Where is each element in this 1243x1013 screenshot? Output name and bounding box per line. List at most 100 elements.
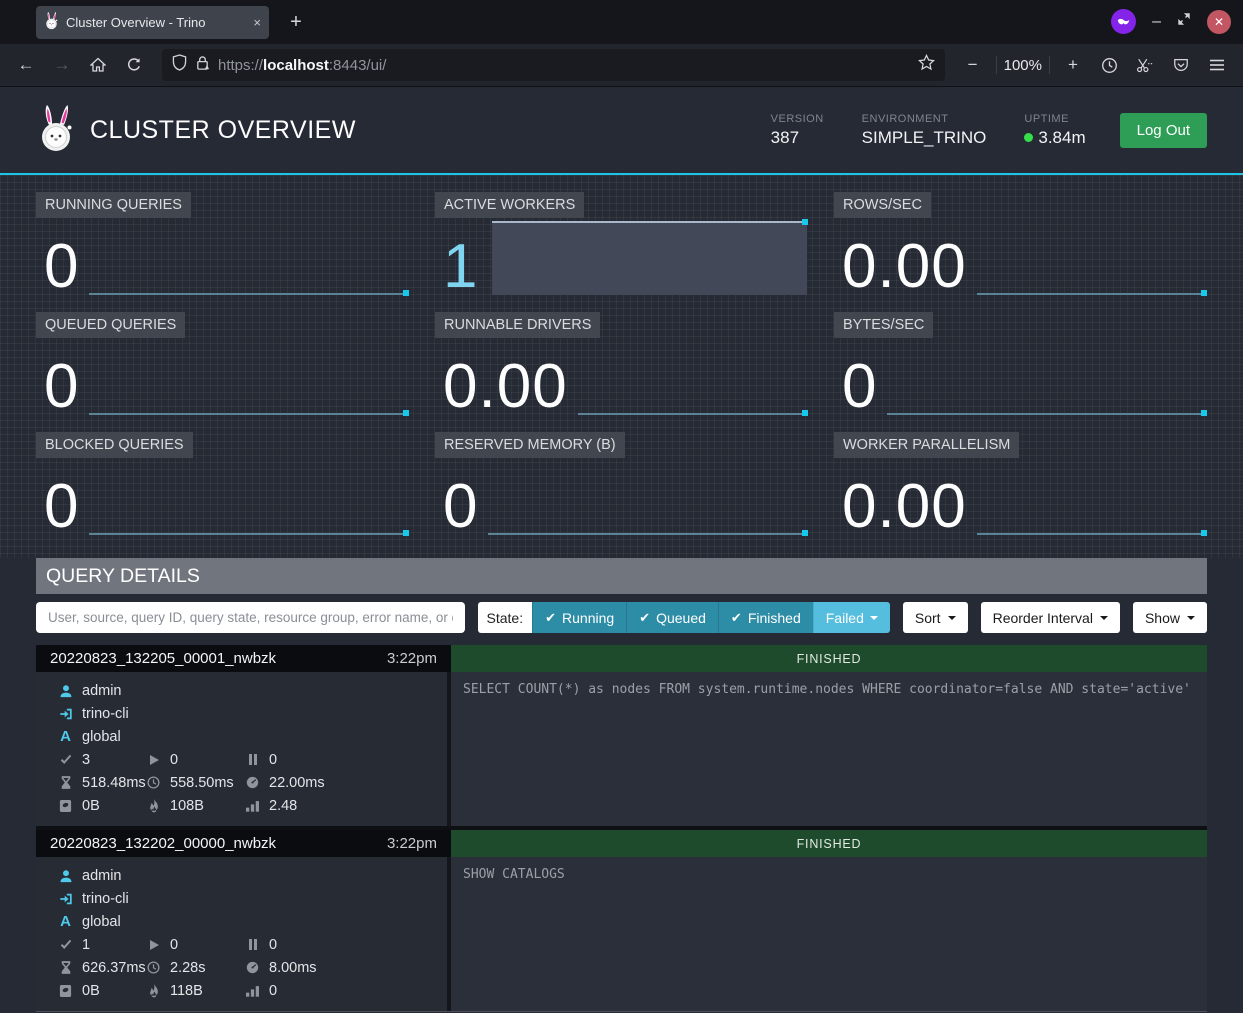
wall-time-hourglass-icon	[58, 776, 73, 789]
stat-label: RESERVED MEMORY (B)	[435, 432, 625, 458]
chevron-down-icon	[1187, 616, 1195, 620]
stat-value: 1	[443, 238, 478, 295]
user-icon	[58, 869, 73, 883]
stat-value: 0.00	[443, 358, 568, 415]
stat-card-worker-parallelism: WORKER PARALLELISM 0.00	[834, 432, 1207, 539]
stat-value: 0	[44, 238, 79, 295]
browser-tab[interactable]: Cluster Overview - Trino ×	[36, 6, 269, 39]
query-status-badge: FINISHED	[451, 645, 1207, 672]
state-filter-label: State:	[478, 602, 533, 633]
reload-icon[interactable]	[118, 50, 150, 80]
url-text[interactable]: https://localhost:8443/ui/	[218, 57, 910, 74]
cluster-stats-section: RUNNING QUERIES 0 ACTIVE WORKERS 1 ROWS/…	[0, 175, 1243, 558]
stat-label: WORKER PARALLELISM	[834, 432, 1019, 458]
current-memory: 0B	[82, 798, 100, 814]
state-filter-failed-dropdown[interactable]: Failed	[813, 602, 890, 633]
uptime-status-dot	[1024, 133, 1033, 142]
wall-time: 626.37ms	[82, 960, 146, 976]
new-tab-button[interactable]: +	[282, 8, 310, 36]
window-close-button[interactable]: ✕	[1207, 10, 1231, 34]
window-restore-button[interactable]	[1177, 12, 1191, 31]
stat-value: 0	[443, 478, 478, 535]
query-resource-group: global	[82, 914, 121, 930]
query-id-link[interactable]: 20220823_132205_00001_nwbzk	[50, 650, 387, 667]
state-filter-running-button[interactable]: ✔Running	[532, 602, 626, 633]
check-icon: ✔	[731, 610, 742, 626]
back-icon[interactable]: ←	[10, 50, 42, 80]
peak-memory-fire-icon	[146, 984, 161, 998]
sparkline-dot	[802, 410, 808, 416]
query-text: SHOW CATALOGS	[451, 857, 1207, 1011]
completed-splits: 3	[82, 752, 90, 768]
state-filter-queued-button[interactable]: ✔Queued	[626, 602, 718, 633]
sparkline-dot	[1201, 290, 1207, 296]
stat-label: QUEUED QUERIES	[36, 312, 185, 338]
chevron-down-icon	[870, 616, 878, 620]
queued-splits-pause-icon	[245, 939, 260, 950]
completed-splits-check-icon	[58, 938, 73, 952]
source-sign-in-icon	[58, 707, 73, 721]
stat-label: ROWS/SEC	[834, 192, 931, 218]
peak-memory: 108B	[170, 798, 204, 814]
query-info-panel: admin trino-cli Aglobal 1 0 0 626.37ms 2…	[36, 857, 447, 1011]
environment-value: SIMPLE_TRINO	[862, 128, 987, 148]
window-minimize-button[interactable]: –	[1152, 17, 1161, 27]
stat-label: BLOCKED QUERIES	[36, 432, 193, 458]
queued-splits: 0	[269, 752, 277, 768]
trino-logo	[36, 103, 76, 158]
pocket-icon[interactable]	[1165, 50, 1197, 80]
environment-label: ENVIRONMENT	[862, 113, 987, 125]
total-time-clock-icon	[146, 776, 161, 789]
show-dropdown[interactable]: Show	[1133, 602, 1207, 633]
query-search-input[interactable]	[36, 602, 465, 633]
query-details-title: QUERY DETAILS	[36, 558, 1207, 594]
url-scheme: https://	[218, 57, 263, 74]
url-host: localhost	[263, 57, 329, 74]
uptime-value: 3.84m	[1038, 128, 1085, 148]
lock-warning-icon[interactable]	[195, 55, 210, 76]
cpu-time: 8.00ms	[269, 960, 317, 976]
query-user: admin	[82, 868, 122, 884]
cumulative-memory: 0	[269, 983, 277, 999]
state-filter-finished-button[interactable]: ✔Finished	[718, 602, 813, 633]
zoom-in-button[interactable]: +	[1057, 50, 1089, 80]
query-time: 3:22pm	[387, 650, 437, 667]
bookmark-star-icon[interactable]	[918, 54, 935, 76]
browser-navbar: ← → https://localhost:8443/ui/ − 100% +	[0, 44, 1243, 87]
screenshot-scissors-icon[interactable]	[1129, 50, 1161, 80]
wall-time: 518.48ms	[82, 775, 146, 791]
sort-dropdown[interactable]: Sort	[903, 602, 968, 633]
chevron-down-icon	[948, 616, 956, 620]
zoom-out-button[interactable]: −	[957, 50, 989, 80]
sparkline-dot	[403, 290, 409, 296]
query-id-link[interactable]: 20220823_132202_00000_nwbzk	[50, 835, 387, 852]
stat-card-queued-queries: QUEUED QUERIES 0	[36, 312, 409, 419]
tracking-shield-icon[interactable]	[172, 54, 187, 76]
history-clock-icon[interactable]	[1093, 50, 1125, 80]
cumulative-memory-chart-icon	[245, 985, 260, 997]
private-browsing-icon	[1111, 9, 1136, 34]
cumulative-memory: 2.48	[269, 798, 297, 814]
wall-time-hourglass-icon	[58, 961, 73, 974]
check-icon: ✔	[639, 610, 650, 626]
sparkline-dot	[802, 219, 808, 225]
total-time: 558.50ms	[170, 775, 234, 791]
home-icon[interactable]	[82, 50, 114, 80]
zoom-level[interactable]: 100%	[1004, 57, 1042, 74]
menu-hamburger-icon[interactable]	[1201, 50, 1233, 80]
stat-card-reserved-memory: RESERVED MEMORY (B) 0	[435, 432, 808, 539]
uptime-label: UPTIME	[1024, 113, 1085, 125]
running-splits: 0	[170, 937, 178, 953]
version-value: 387	[771, 128, 824, 148]
running-splits-play-icon	[146, 939, 161, 951]
user-icon	[58, 684, 73, 698]
sparkline	[887, 409, 1206, 415]
reorder-interval-dropdown[interactable]: Reorder Interval	[981, 602, 1120, 633]
sparkline	[977, 529, 1206, 535]
stat-value: 0.00	[842, 238, 967, 295]
tab-close-icon[interactable]: ×	[253, 15, 261, 30]
query-source: trino-cli	[82, 706, 129, 722]
peak-memory: 118B	[170, 983, 203, 999]
url-bar[interactable]: https://localhost:8443/ui/	[162, 49, 945, 81]
logout-button[interactable]: Log Out	[1120, 113, 1207, 148]
